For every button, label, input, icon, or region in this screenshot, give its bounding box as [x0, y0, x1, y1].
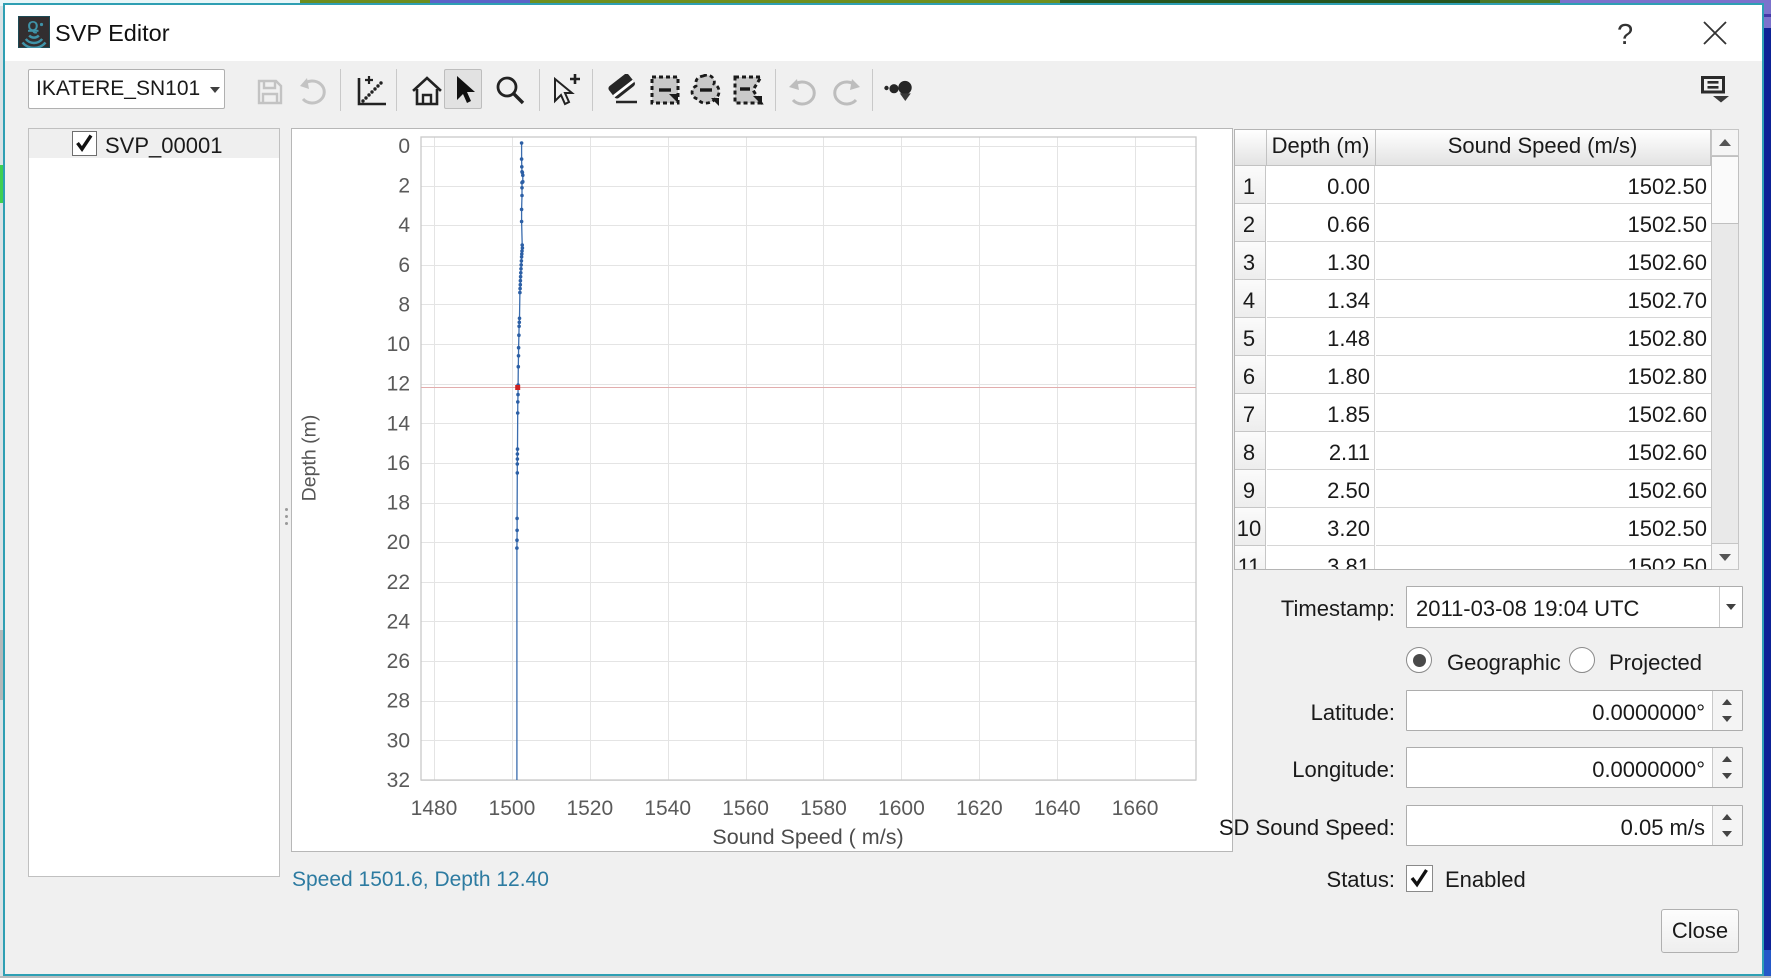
- svg-text:1540: 1540: [644, 797, 691, 820]
- svg-text:0: 0: [398, 135, 410, 158]
- svg-text:1660: 1660: [1112, 797, 1159, 820]
- svg-text:18: 18: [387, 492, 410, 515]
- svg-text:4: 4: [398, 214, 410, 237]
- svg-text:6: 6: [398, 254, 410, 277]
- svg-text:1600: 1600: [878, 797, 925, 820]
- svg-text:Depth (m): Depth (m): [299, 415, 321, 502]
- svg-text:16: 16: [387, 452, 410, 475]
- svg-text:24: 24: [387, 610, 411, 633]
- svg-text:Sound Speed ( m/s): Sound Speed ( m/s): [712, 825, 903, 849]
- svg-text:8: 8: [398, 294, 410, 317]
- svg-text:1620: 1620: [956, 797, 1003, 820]
- svg-text:12: 12: [387, 373, 410, 396]
- svg-text:1560: 1560: [722, 797, 769, 820]
- svg-text:1520: 1520: [566, 797, 613, 820]
- svg-text:32: 32: [387, 769, 410, 792]
- svg-text:28: 28: [387, 690, 410, 713]
- svg-text:20: 20: [387, 531, 410, 554]
- svg-text:1480: 1480: [411, 797, 458, 820]
- svg-text:14: 14: [387, 412, 411, 435]
- svg-text:22: 22: [387, 571, 410, 594]
- svg-text:30: 30: [387, 729, 410, 752]
- svg-text:1640: 1640: [1034, 797, 1081, 820]
- svg-text:1580: 1580: [800, 797, 847, 820]
- svg-text:2: 2: [398, 175, 410, 198]
- svg-text:1500: 1500: [489, 797, 536, 820]
- svg-text:10: 10: [387, 333, 410, 356]
- svg-text:26: 26: [387, 650, 410, 673]
